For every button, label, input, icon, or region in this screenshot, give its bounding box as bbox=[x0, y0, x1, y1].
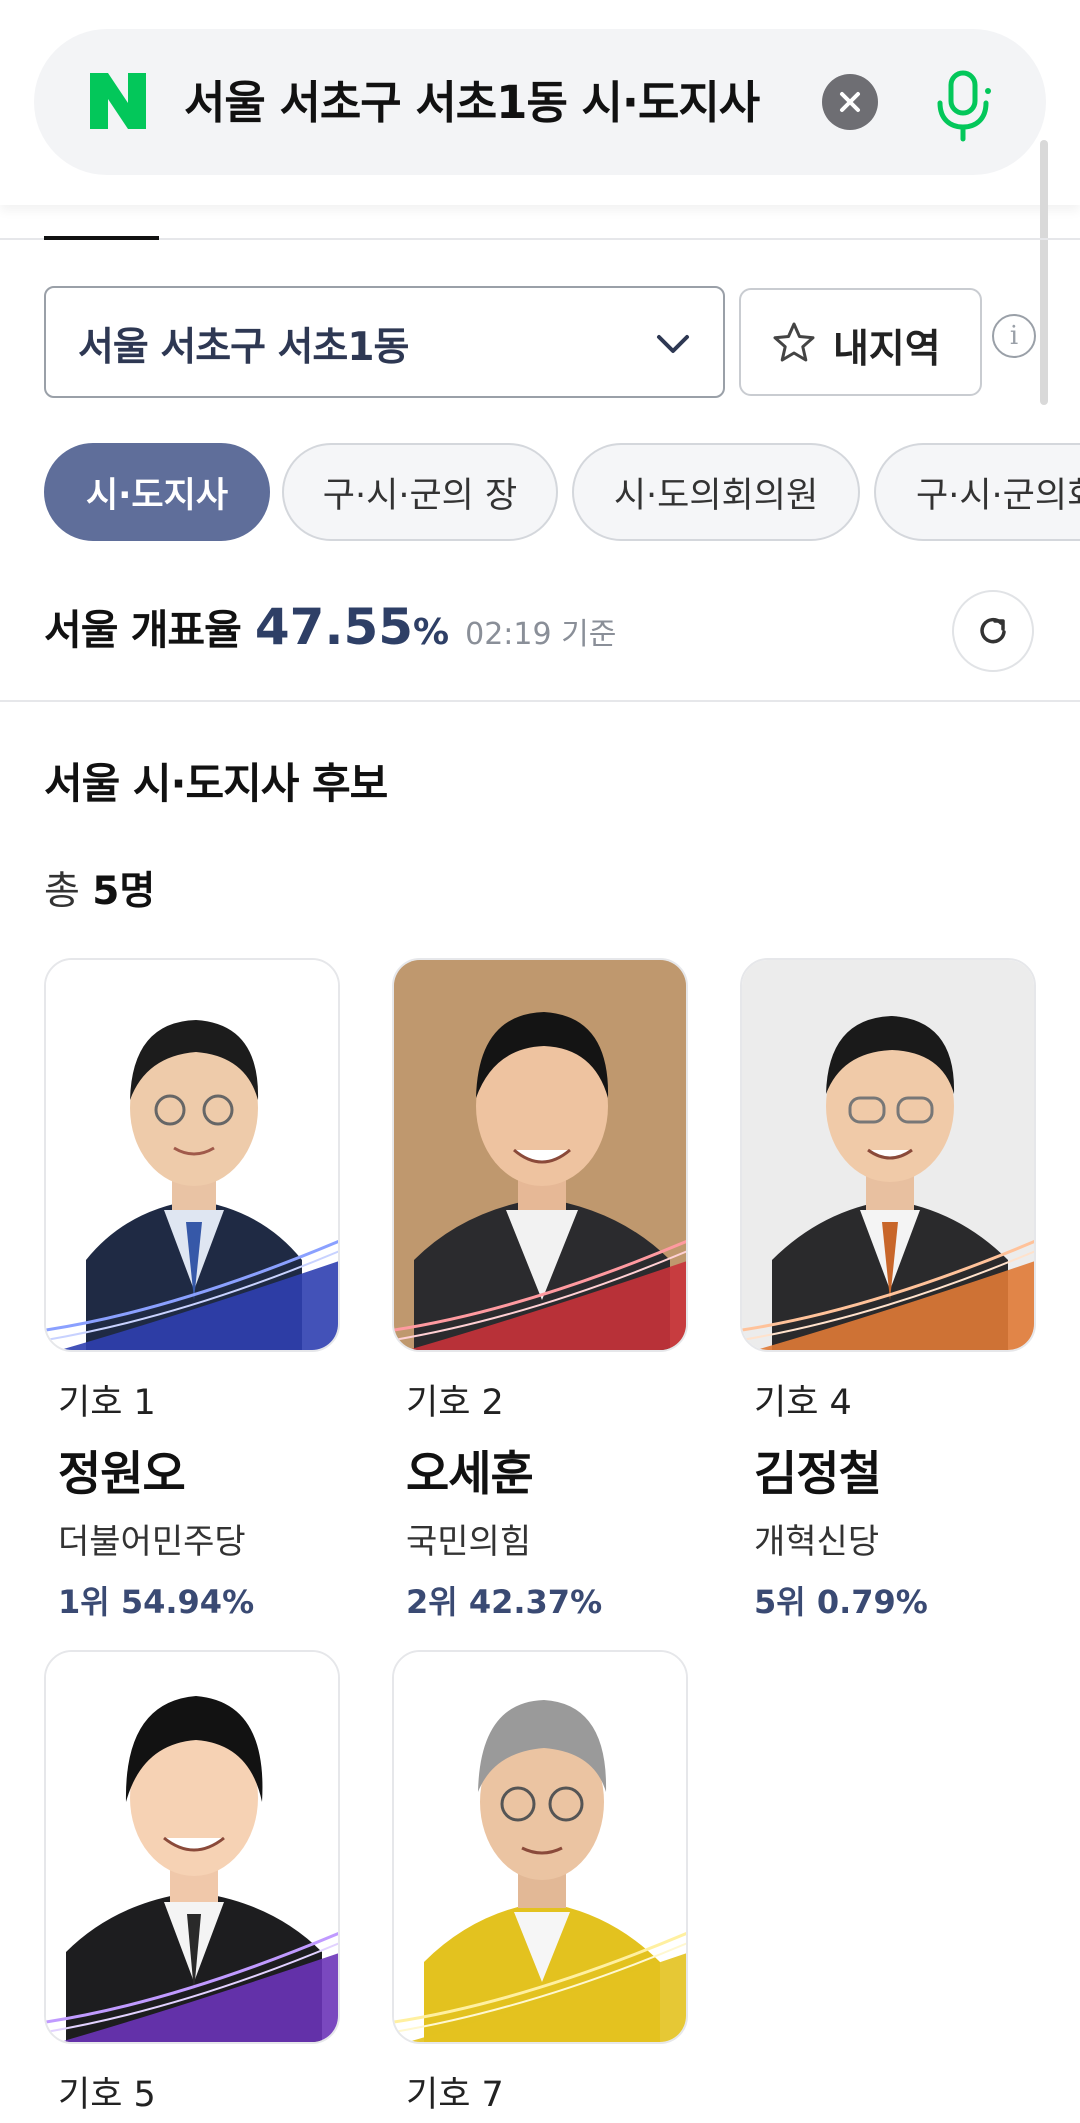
refresh-icon bbox=[980, 617, 1006, 644]
candidate-number: 기호 4 bbox=[754, 1383, 852, 1423]
candidate-photo[interactable] bbox=[740, 958, 1036, 1352]
candidate-photo[interactable] bbox=[392, 1650, 688, 2044]
candidate-result: 2위 42.37% bbox=[406, 1583, 603, 1621]
chip-provincial-council[interactable]: 시·도의회의원 bbox=[572, 443, 860, 541]
candidate-party: 국민의힘 bbox=[406, 1522, 532, 1562]
chevron-down-icon bbox=[657, 335, 689, 353]
scrollbar[interactable] bbox=[1040, 140, 1048, 405]
microphone-icon[interactable] bbox=[928, 65, 998, 145]
my-region-button[interactable]: 내지역 bbox=[739, 288, 982, 396]
candidate-card[interactable]: 기호 4 김정철 개혁신당 5위 0.79% bbox=[740, 958, 1036, 1623]
section-divider bbox=[0, 700, 1080, 702]
chip-district-council[interactable]: 구·시·군의회 bbox=[874, 443, 1080, 541]
candidate-number: 기호 2 bbox=[406, 1383, 504, 1423]
search-bar[interactable]: 서울 서초구 서초1동 시·도지사 bbox=[34, 29, 1046, 175]
candidate-name[interactable]: 김정철 bbox=[754, 1435, 1036, 1504]
chip-governor[interactable]: 시·도지사 bbox=[44, 443, 270, 541]
search-input[interactable]: 서울 서초구 서초1동 시·도지사 bbox=[184, 73, 824, 133]
active-tab-indicator bbox=[44, 236, 159, 240]
candidate-card[interactable]: 기호 5 bbox=[44, 1650, 340, 2117]
candidate-photo[interactable] bbox=[44, 958, 340, 1352]
candidate-party: 더불어민주당 bbox=[58, 1522, 246, 1562]
refresh-button[interactable] bbox=[952, 590, 1034, 672]
info-icon[interactable]: i bbox=[992, 314, 1036, 358]
candidate-card[interactable]: 기호 1 정원오 더불어민주당 1위 54.94% bbox=[44, 958, 340, 1623]
total-count-value: 5명 bbox=[92, 869, 156, 914]
clear-search-button[interactable] bbox=[822, 74, 878, 130]
close-icon bbox=[840, 92, 860, 112]
naver-logo-icon[interactable] bbox=[88, 71, 148, 131]
candidate-number: 기호 1 bbox=[58, 1383, 156, 1423]
region-dropdown[interactable]: 서울 서초구 서초1동 bbox=[44, 286, 725, 398]
chip-district-head[interactable]: 구·시·군의 장 bbox=[282, 443, 558, 541]
candidate-result: 1위 54.94% bbox=[58, 1583, 255, 1621]
counting-rate-unit: % bbox=[413, 612, 450, 653]
counting-rate-time: 02:19 기준 bbox=[465, 617, 617, 652]
candidate-number: 기호 5 bbox=[58, 2075, 156, 2115]
candidate-number: 기호 7 bbox=[406, 2075, 504, 2115]
star-icon bbox=[773, 322, 815, 362]
candidate-photo[interactable] bbox=[392, 958, 688, 1352]
region-selected-label: 서울 서초구 서초1동 bbox=[78, 325, 409, 370]
candidate-photo[interactable] bbox=[44, 1650, 340, 2044]
candidate-card[interactable]: 기호 7 bbox=[392, 1650, 688, 2117]
counting-rate-value: 47.55 bbox=[254, 598, 414, 656]
total-count-prefix: 총 bbox=[44, 869, 80, 914]
counting-rate-label: 서울 개표율 bbox=[44, 606, 242, 654]
search-header: 서울 서초구 서초1동 시·도지사 bbox=[0, 0, 1080, 205]
tab-divider bbox=[0, 238, 1080, 240]
my-region-label: 내지역 bbox=[833, 327, 941, 372]
candidate-name[interactable]: 정원오 bbox=[58, 1435, 340, 1504]
candidate-result: 5위 0.79% bbox=[754, 1583, 928, 1621]
candidate-name[interactable]: 오세훈 bbox=[406, 1435, 688, 1504]
section-title: 서울 시·도지사 후보 bbox=[44, 759, 388, 808]
counting-rate-row: 서울 개표율 47.55 % 02:19 기준 bbox=[44, 596, 616, 666]
candidate-card[interactable]: 기호 2 오세훈 국민의힘 2위 42.37% bbox=[392, 958, 688, 1623]
total-count: 총 5명 bbox=[44, 860, 155, 916]
candidate-party: 개혁신당 bbox=[754, 1522, 880, 1562]
